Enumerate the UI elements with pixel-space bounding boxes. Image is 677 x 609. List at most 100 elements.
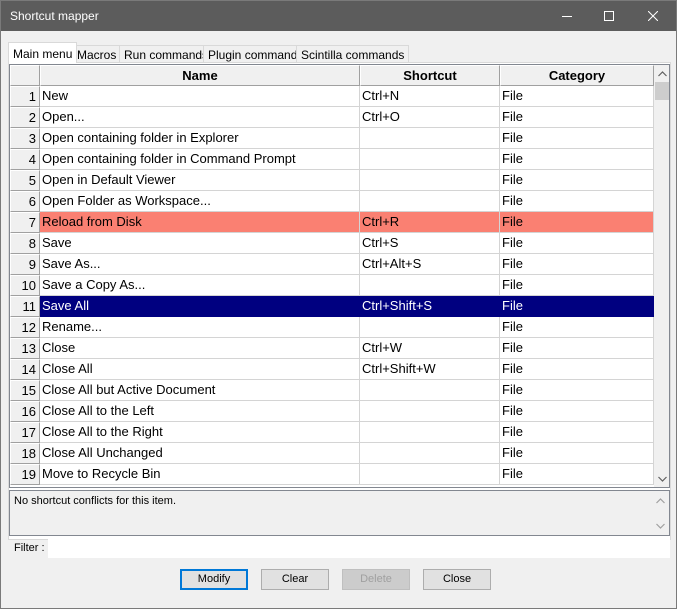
category-cell: File <box>500 359 654 380</box>
close-button[interactable]: Close <box>423 569 491 590</box>
filter-label: Filter : <box>14 542 45 554</box>
category-cell: File <box>500 128 654 149</box>
tab-scintilla-commands[interactable]: Scintilla commands <box>296 45 410 63</box>
shortcut-cell <box>360 128 500 149</box>
chevron-down-icon <box>658 476 667 482</box>
category-cell: File <box>500 317 654 338</box>
shortcut-cell: Ctrl+S <box>360 233 500 254</box>
name-cell: Close All but Active Document <box>40 380 360 401</box>
shortcut-cell: Ctrl+N <box>360 86 500 107</box>
name-cell: Open containing folder in Explorer <box>40 128 360 149</box>
close-window-button[interactable] <box>631 1 675 31</box>
shortcut-cell: Ctrl+Shift+S <box>360 296 500 317</box>
maximize-button[interactable] <box>587 1 631 31</box>
category-cell: File <box>500 422 654 443</box>
table-row[interactable]: 11 Save All Ctrl+Shift+S File <box>10 296 654 317</box>
scroll-down-button[interactable] <box>654 470 669 487</box>
table-row[interactable]: 7 Reload from Disk Ctrl+R File <box>10 212 654 233</box>
row-number-cell: 8 <box>10 233 40 254</box>
row-number-cell: 3 <box>10 128 40 149</box>
category-cell: File <box>500 401 654 422</box>
category-cell: File <box>500 296 654 317</box>
row-number-cell: 5 <box>10 170 40 191</box>
name-cell: Save All <box>40 296 360 317</box>
close-icon <box>648 11 658 21</box>
tab-main-menu[interactable]: Main menu <box>8 42 78 63</box>
conflict-scroll-down-button[interactable] <box>653 518 668 533</box>
shortcut-cell <box>360 317 500 338</box>
table-row[interactable]: 19 Move to Recycle Bin File <box>10 464 654 485</box>
header-row-number <box>10 65 40 86</box>
name-cell: Close All to the Left <box>40 401 360 422</box>
header-name[interactable]: Name <box>40 65 360 86</box>
conflict-info-box[interactable]: No shortcut conflicts for this item. <box>9 490 670 536</box>
chevron-up-icon <box>658 70 667 76</box>
table-row[interactable]: 12 Rename... File <box>10 317 654 338</box>
shortcut-cell: Ctrl+Alt+S <box>360 254 500 275</box>
category-cell: File <box>500 380 654 401</box>
shortcut-grid[interactable]: Name Shortcut Category 1 New Ctrl+N File 2 Op… <box>9 64 670 488</box>
category-cell: File <box>500 86 654 107</box>
category-cell: File <box>500 191 654 212</box>
table-row[interactable]: 18 Close All Unchanged File <box>10 443 654 464</box>
table-row[interactable]: 6 Open Folder as Workspace... File <box>10 191 654 212</box>
name-cell: Close All Unchanged <box>40 443 360 464</box>
row-number-cell: 6 <box>10 191 40 212</box>
table-row[interactable]: 8 Save Ctrl+S File <box>10 233 654 254</box>
name-cell: Close All <box>40 359 360 380</box>
name-cell: Save As... <box>40 254 360 275</box>
table-row[interactable]: 13 Close Ctrl+W File <box>10 338 654 359</box>
row-number-cell: 15 <box>10 380 40 401</box>
window-title: Shortcut mapper <box>10 9 99 23</box>
table-row[interactable]: 17 Close All to the Right File <box>10 422 654 443</box>
table-row[interactable]: 2 Open... Ctrl+O File <box>10 107 654 128</box>
header-category[interactable]: Category <box>500 65 654 86</box>
tab-macros[interactable]: Macros <box>72 45 122 63</box>
minimize-button[interactable] <box>545 1 589 31</box>
row-number-cell: 16 <box>10 401 40 422</box>
category-cell: File <box>500 212 654 233</box>
table-row[interactable]: 5 Open in Default Viewer File <box>10 170 654 191</box>
conflict-scroll-up-button[interactable] <box>653 493 668 508</box>
table-row[interactable]: 14 Close All Ctrl+Shift+W File <box>10 359 654 380</box>
table-row[interactable]: 10 Save a Copy As... File <box>10 275 654 296</box>
shortcut-cell: Ctrl+Shift+W <box>360 359 500 380</box>
clear-button[interactable]: Clear <box>261 569 329 590</box>
name-cell: Move to Recycle Bin <box>40 464 360 485</box>
shortcut-cell <box>360 191 500 212</box>
category-cell: File <box>500 443 654 464</box>
conflict-info-text: No shortcut conflicts for this item. <box>14 495 176 507</box>
tab-plugin-commands[interactable]: Plugin commands <box>203 45 309 63</box>
delete-button[interactable]: Delete <box>342 569 410 590</box>
table-row[interactable]: 3 Open containing folder in Explorer File <box>10 128 654 149</box>
name-cell: Close All to the Right <box>40 422 360 443</box>
header-shortcut[interactable]: Shortcut <box>360 65 500 86</box>
modify-button[interactable]: Modify <box>180 569 248 590</box>
grid-scrollbar[interactable] <box>654 65 669 487</box>
table-row[interactable]: 4 Open containing folder in Command Promp… <box>10 149 654 170</box>
shortcut-mapper-window: Shortcut mapper Main menu Macros Run com… <box>0 0 677 609</box>
name-cell: Save <box>40 233 360 254</box>
table-row[interactable]: 15 Close All but Active Document File <box>10 380 654 401</box>
title-bar[interactable]: Shortcut mapper <box>1 1 676 31</box>
category-cell: File <box>500 233 654 254</box>
row-number-cell: 9 <box>10 254 40 275</box>
row-number-cell: 12 <box>10 317 40 338</box>
table-row[interactable]: 16 Close All to the Left File <box>10 401 654 422</box>
name-cell: New <box>40 86 360 107</box>
tab-run-commands[interactable]: Run commands <box>119 45 214 63</box>
category-cell: File <box>500 275 654 296</box>
scroll-up-button[interactable] <box>654 65 669 82</box>
shortcut-cell <box>360 401 500 422</box>
shortcut-cell <box>360 170 500 191</box>
table-row[interactable]: 1 New Ctrl+N File <box>10 86 654 107</box>
scroll-thumb[interactable] <box>655 82 669 100</box>
name-cell: Save a Copy As... <box>40 275 360 296</box>
chevron-down-icon <box>656 523 665 529</box>
category-cell: File <box>500 107 654 128</box>
category-cell: File <box>500 464 654 485</box>
category-cell: File <box>500 254 654 275</box>
filter-input[interactable] <box>48 539 670 558</box>
table-row[interactable]: 9 Save As... Ctrl+Alt+S File <box>10 254 654 275</box>
row-number-cell: 13 <box>10 338 40 359</box>
